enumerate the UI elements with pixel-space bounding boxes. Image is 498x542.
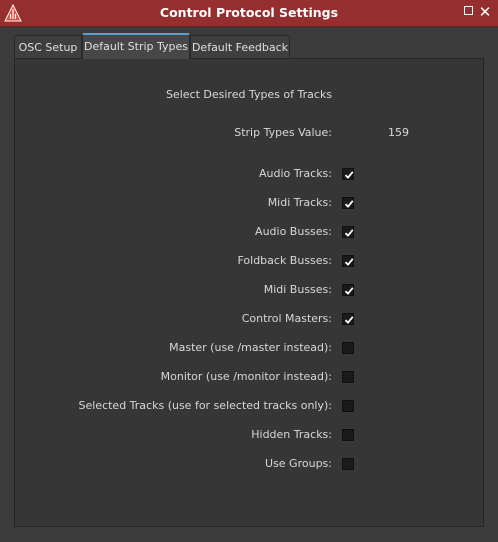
strip-types-label: Strip Types Value: [234,126,332,139]
option-label: Midi Busses: [263,283,332,296]
option-row: Hidden Tracks: [0,427,498,443]
option-checkbox[interactable] [342,458,354,470]
strip-types-row: Strip Types Value: 159 [0,125,498,141]
option-label: Midi Tracks: [267,196,332,209]
option-checkbox[interactable] [342,313,354,325]
option-label: Foldback Busses: [237,254,332,267]
option-label: Selected Tracks (use for selected tracks… [78,399,333,412]
option-label: Audio Tracks: [259,167,332,180]
close-button[interactable]: ✕ [477,4,493,20]
option-checkbox[interactable] [342,284,354,296]
option-label: Control Masters: [241,312,332,325]
checkmark-icon [344,200,354,208]
option-checkbox[interactable] [342,168,354,180]
option-label: Hidden Tracks: [251,428,332,441]
option-row: Audio Tracks: [0,166,498,182]
option-label: Monitor (use /monitor instead): [160,370,332,383]
option-row: Monitor (use /monitor instead): [0,369,498,385]
option-checkbox[interactable] [342,429,354,441]
tab-default-feedback[interactable]: Default Feedback [190,35,290,58]
option-checkbox[interactable] [342,255,354,267]
window-title: Control Protocol Settings [159,5,339,20]
option-checkbox[interactable] [342,371,354,383]
maximize-button[interactable] [460,4,476,20]
checkmark-icon [344,287,354,295]
option-row: Master (use /master instead): [0,340,498,356]
tab-osc-setup[interactable]: OSC Setup [14,35,82,58]
strip-types-value: 159 [388,126,409,139]
option-checkbox[interactable] [342,226,354,238]
checkmark-icon [344,229,354,237]
option-row: Control Masters: [0,311,498,327]
option-checkbox[interactable] [342,342,354,354]
option-label: Use Groups: [265,457,332,470]
option-row: Foldback Busses: [0,253,498,269]
panel-header: Select Desired Types of Tracks [165,88,333,101]
tab-default-strip-types[interactable]: Default Strip Types [82,33,190,59]
checkmark-icon [344,316,354,324]
maximize-icon [463,6,473,15]
close-icon: ✕ [478,3,492,21]
option-row: Midi Tracks: [0,195,498,211]
checkmark-icon [344,171,354,179]
option-checkbox[interactable] [342,197,354,209]
option-row: Midi Busses: [0,282,498,298]
option-checkbox[interactable] [342,400,354,412]
checkmark-icon [344,258,354,266]
option-label: Audio Busses: [255,225,332,238]
option-label: Master (use /master instead): [169,341,332,354]
option-row: Use Groups: [0,456,498,472]
option-row: Selected Tracks (use for selected tracks… [0,398,498,414]
title-bar: Control Protocol Settings ✕ [0,0,498,27]
option-row: Audio Busses: [0,224,498,240]
